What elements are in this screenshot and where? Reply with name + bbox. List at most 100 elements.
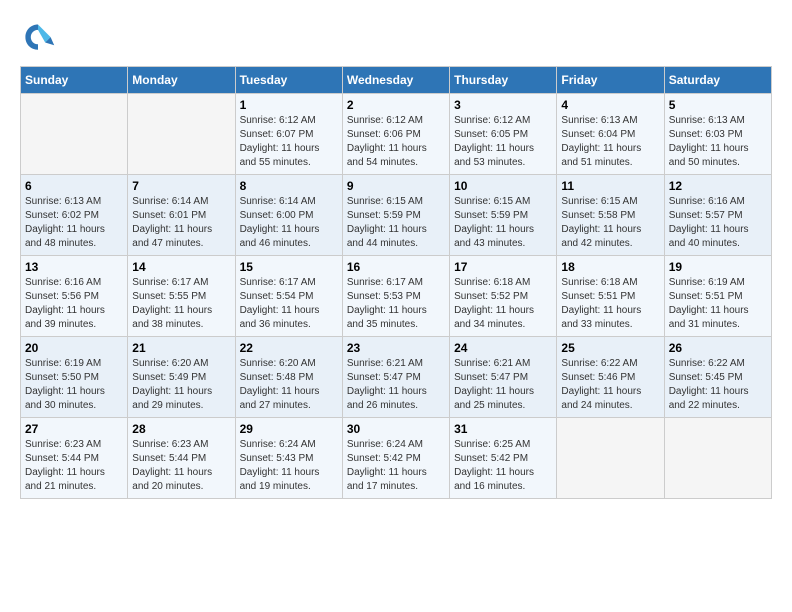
day-number: 10 (454, 179, 552, 193)
day-info: Sunrise: 6:24 AMSunset: 5:42 PMDaylight:… (347, 438, 445, 494)
day-info: Sunrise: 6:15 AMSunset: 5:58 PMDaylight:… (561, 195, 659, 251)
day-info: Sunrise: 6:12 AMSunset: 6:07 PMDaylight:… (240, 114, 338, 170)
day-info: Sunrise: 6:13 AMSunset: 6:03 PMDaylight:… (669, 114, 767, 170)
day-info: Sunrise: 6:14 AMSunset: 6:00 PMDaylight:… (240, 195, 338, 251)
calendar-cell: 9Sunrise: 6:15 AMSunset: 5:59 PMDaylight… (342, 175, 449, 256)
calendar-cell: 27 Sunrise: 6:23 AMSunset: 5:44 PMDayligh… (21, 418, 128, 499)
day-number: 7 (132, 179, 230, 193)
day-info: Sunrise: 6:21 AMSunset: 5:47 PMDaylight:… (454, 357, 552, 413)
day-info: Sunrise: 6:23 AMSunset: 5:44 PMDaylight:… (132, 438, 230, 494)
day-number: 19 (669, 260, 767, 274)
calendar-cell: 29 Sunrise: 6:24 AMSunset: 5:43 PMDayligh… (235, 418, 342, 499)
day-header-thursday: Thursday (450, 67, 557, 94)
day-info: Sunrise: 6:17 AMSunset: 5:54 PMDaylight:… (240, 276, 338, 332)
calendar-cell: 6 Sunrise: 6:13 AMSunset: 6:02 PMDaylight… (21, 175, 128, 256)
day-header-tuesday: Tuesday (235, 67, 342, 94)
calendar-cell: 30Sunrise: 6:24 AMSunset: 5:42 PMDayligh… (342, 418, 449, 499)
day-info: Sunrise: 6:21 AMSunset: 5:47 PMDaylight:… (347, 357, 445, 413)
day-number: 25 (561, 341, 659, 355)
day-number: 23 (347, 341, 445, 355)
day-number: 21 (132, 341, 230, 355)
day-info: Sunrise: 6:15 AMSunset: 5:59 PMDaylight:… (347, 195, 445, 251)
day-info: Sunrise: 6:19 AMSunset: 5:50 PMDaylight:… (25, 357, 123, 413)
calendar-cell: 13 Sunrise: 6:16 AMSunset: 5:56 PMDayligh… (21, 256, 128, 337)
day-info: Sunrise: 6:25 AMSunset: 5:42 PMDaylight:… (454, 438, 552, 494)
calendar-cell: 21 Sunrise: 6:20 AMSunset: 5:49 PMDayligh… (128, 337, 235, 418)
calendar-cell (664, 418, 771, 499)
day-info: Sunrise: 6:16 AMSunset: 5:56 PMDaylight:… (25, 276, 123, 332)
day-number: 22 (240, 341, 338, 355)
logo (20, 20, 60, 56)
calendar-cell: 15Sunrise: 6:17 AMSunset: 5:54 PMDayligh… (235, 256, 342, 337)
day-number: 13 (25, 260, 123, 274)
calendar-cell (557, 418, 664, 499)
calendar-cell: 7 Sunrise: 6:14 AMSunset: 6:01 PMDaylight… (128, 175, 235, 256)
calendar-cell: 28Sunrise: 6:23 AMSunset: 5:44 PMDayligh… (128, 418, 235, 499)
calendar-cell: 8Sunrise: 6:14 AMSunset: 6:00 PMDaylight… (235, 175, 342, 256)
day-info: Sunrise: 6:16 AMSunset: 5:57 PMDaylight:… (669, 195, 767, 251)
calendar-cell: 5 Sunrise: 6:13 AMSunset: 6:03 PMDaylight… (664, 94, 771, 175)
day-number: 12 (669, 179, 767, 193)
calendar-cell: 4 Sunrise: 6:13 AMSunset: 6:04 PMDaylight… (557, 94, 664, 175)
day-header-wednesday: Wednesday (342, 67, 449, 94)
calendar-cell: 22 Sunrise: 6:20 AMSunset: 5:48 PMDayligh… (235, 337, 342, 418)
calendar-cell: 11 Sunrise: 6:15 AMSunset: 5:58 PMDayligh… (557, 175, 664, 256)
calendar-table: SundayMondayTuesdayWednesdayThursdayFrid… (20, 66, 772, 499)
day-info: Sunrise: 6:24 AMSunset: 5:43 PMDaylight:… (240, 438, 338, 494)
day-number: 6 (25, 179, 123, 193)
calendar-cell: 20 Sunrise: 6:19 AMSunset: 5:50 PMDayligh… (21, 337, 128, 418)
day-number: 18 (561, 260, 659, 274)
day-info: Sunrise: 6:14 AMSunset: 6:01 PMDaylight:… (132, 195, 230, 251)
calendar-week-5: 27 Sunrise: 6:23 AMSunset: 5:44 PMDayligh… (21, 418, 772, 499)
calendar-week-1: 1 Sunrise: 6:12 AMSunset: 6:07 PMDaylight… (21, 94, 772, 175)
day-number: 20 (25, 341, 123, 355)
calendar-cell: 18 Sunrise: 6:18 AMSunset: 5:51 PMDayligh… (557, 256, 664, 337)
day-number: 14 (132, 260, 230, 274)
calendar-cell: 23 Sunrise: 6:21 AMSunset: 5:47 PMDayligh… (342, 337, 449, 418)
day-number: 11 (561, 179, 659, 193)
day-number: 5 (669, 98, 767, 112)
day-info: Sunrise: 6:12 AMSunset: 6:05 PMDaylight:… (454, 114, 552, 170)
day-info: Sunrise: 6:13 AMSunset: 6:02 PMDaylight:… (25, 195, 123, 251)
calendar-cell: 31 Sunrise: 6:25 AMSunset: 5:42 PMDayligh… (450, 418, 557, 499)
page-header (20, 20, 772, 56)
calendar-cell: 10 Sunrise: 6:15 AMSunset: 5:59 PMDayligh… (450, 175, 557, 256)
day-info: Sunrise: 6:13 AMSunset: 6:04 PMDaylight:… (561, 114, 659, 170)
day-header-saturday: Saturday (664, 67, 771, 94)
calendar-cell: 12 Sunrise: 6:16 AMSunset: 5:57 PMDayligh… (664, 175, 771, 256)
day-info: Sunrise: 6:23 AMSunset: 5:44 PMDaylight:… (25, 438, 123, 494)
calendar-cell: 19Sunrise: 6:19 AMSunset: 5:51 PMDayligh… (664, 256, 771, 337)
day-header-sunday: Sunday (21, 67, 128, 94)
day-info: Sunrise: 6:15 AMSunset: 5:59 PMDaylight:… (454, 195, 552, 251)
calendar-week-3: 13 Sunrise: 6:16 AMSunset: 5:56 PMDayligh… (21, 256, 772, 337)
logo-icon (20, 20, 56, 56)
calendar-cell: 24 Sunrise: 6:21 AMSunset: 5:47 PMDayligh… (450, 337, 557, 418)
day-info: Sunrise: 6:12 AMSunset: 6:06 PMDaylight:… (347, 114, 445, 170)
calendar-week-2: 6 Sunrise: 6:13 AMSunset: 6:02 PMDaylight… (21, 175, 772, 256)
day-info: Sunrise: 6:18 AMSunset: 5:51 PMDaylight:… (561, 276, 659, 332)
calendar-cell (128, 94, 235, 175)
day-number: 24 (454, 341, 552, 355)
day-number: 27 (25, 422, 123, 436)
calendar-cell: 3 Sunrise: 6:12 AMSunset: 6:05 PMDaylight… (450, 94, 557, 175)
day-number: 1 (240, 98, 338, 112)
day-info: Sunrise: 6:17 AMSunset: 5:55 PMDaylight:… (132, 276, 230, 332)
day-info: Sunrise: 6:20 AMSunset: 5:49 PMDaylight:… (132, 357, 230, 413)
day-info: Sunrise: 6:20 AMSunset: 5:48 PMDaylight:… (240, 357, 338, 413)
calendar-cell: 26 Sunrise: 6:22 AMSunset: 5:45 PMDayligh… (664, 337, 771, 418)
calendar-cell: 14 Sunrise: 6:17 AMSunset: 5:55 PMDayligh… (128, 256, 235, 337)
calendar-cell: 16Sunrise: 6:17 AMSunset: 5:53 PMDayligh… (342, 256, 449, 337)
day-info: Sunrise: 6:18 AMSunset: 5:52 PMDaylight:… (454, 276, 552, 332)
day-number: 17 (454, 260, 552, 274)
day-number: 3 (454, 98, 552, 112)
calendar-week-4: 20 Sunrise: 6:19 AMSunset: 5:50 PMDayligh… (21, 337, 772, 418)
day-number: 4 (561, 98, 659, 112)
day-info: Sunrise: 6:22 AMSunset: 5:45 PMDaylight:… (669, 357, 767, 413)
day-info: Sunrise: 6:17 AMSunset: 5:53 PMDaylight:… (347, 276, 445, 332)
day-number: 31 (454, 422, 552, 436)
calendar-cell: 1 Sunrise: 6:12 AMSunset: 6:07 PMDaylight… (235, 94, 342, 175)
day-number: 26 (669, 341, 767, 355)
day-number: 2 (347, 98, 445, 112)
day-number: 29 (240, 422, 338, 436)
calendar-cell: 2 Sunrise: 6:12 AMSunset: 6:06 PMDaylight… (342, 94, 449, 175)
